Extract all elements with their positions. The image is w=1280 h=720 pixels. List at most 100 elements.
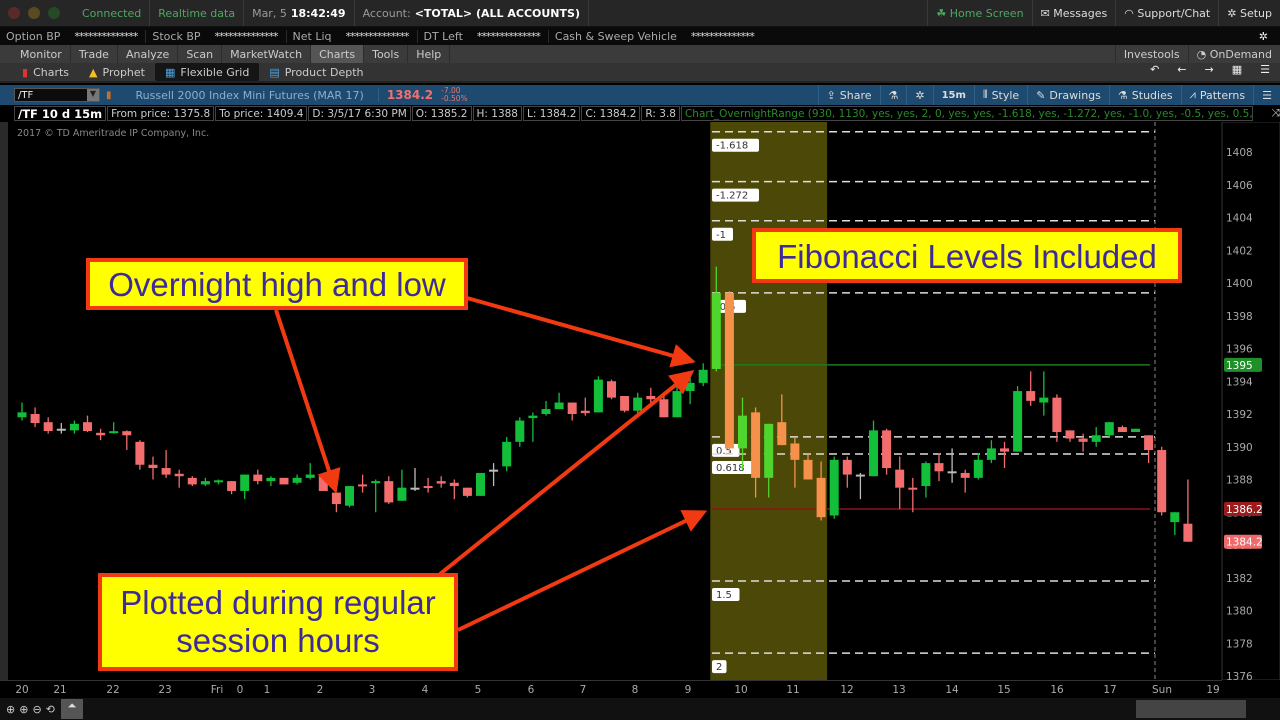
zoom-out-icon[interactable]: ⊖ bbox=[32, 703, 41, 716]
study-label[interactable]: Chart_OvernightRange (930, 1130, yes, ye… bbox=[680, 106, 1253, 121]
candle bbox=[1104, 422, 1114, 437]
link-group-icon[interactable]: ▮ bbox=[106, 90, 112, 101]
horizontal-scrollbar[interactable] bbox=[1136, 700, 1246, 718]
time-tick-label: 11 bbox=[786, 684, 800, 696]
time-tick-label: 22 bbox=[106, 684, 120, 696]
dt-left-value: ************** bbox=[469, 29, 549, 43]
subtab-charts[interactable]: ▮ Charts bbox=[12, 63, 79, 81]
share-button[interactable]: ⇪ Share bbox=[817, 85, 880, 105]
candle bbox=[934, 453, 944, 482]
support-chat-button[interactable]: ◠ Support/Chat bbox=[1116, 0, 1220, 26]
tab-charts[interactable]: Charts bbox=[311, 45, 365, 63]
setup-button[interactable]: ✲ Setup bbox=[1219, 0, 1280, 26]
price-tag: 1384.2 bbox=[1224, 534, 1263, 549]
maximize-window-button[interactable] bbox=[48, 7, 60, 19]
candle-body bbox=[554, 402, 564, 410]
home-screen-icon: ☘ bbox=[936, 6, 950, 20]
tab-trade[interactable]: Trade bbox=[71, 45, 118, 63]
price-axis bbox=[1221, 122, 1280, 680]
candle bbox=[1065, 430, 1075, 442]
subtab-product-depth[interactable]: ▤ Product Depth bbox=[259, 63, 373, 81]
home-screen-button[interactable]: ☘ Home Screen bbox=[927, 0, 1033, 26]
tab-monitor[interactable]: Monitor bbox=[12, 45, 71, 63]
crosshair-icon[interactable]: ⊕ bbox=[6, 703, 15, 716]
chart-menu-button[interactable]: ☰ bbox=[1253, 85, 1280, 105]
fib-level-label: 0.618 bbox=[712, 460, 753, 474]
candle-body bbox=[764, 423, 774, 478]
time-tick-label: 3 bbox=[368, 684, 376, 696]
time-tick-label: 1 bbox=[263, 684, 271, 696]
account-selector[interactable]: Account: <TOTAL> (ALL ACCOUNTS) bbox=[355, 0, 589, 26]
back-arrow-icon[interactable]: ← bbox=[1177, 63, 1186, 81]
candle-body bbox=[253, 474, 263, 482]
candle bbox=[698, 363, 708, 387]
close-window-button[interactable] bbox=[8, 7, 20, 19]
connection-status: Connected bbox=[74, 0, 151, 26]
candle-body bbox=[1013, 391, 1023, 452]
time-tick-label: Fri bbox=[210, 684, 224, 696]
zoom-in-icon[interactable]: ⊕ bbox=[19, 703, 28, 716]
candle bbox=[1052, 394, 1062, 442]
investools-button[interactable]: Investools bbox=[1114, 45, 1189, 63]
candle bbox=[43, 417, 53, 434]
flask-button[interactable]: ⚗ bbox=[879, 85, 907, 105]
forward-arrow-icon[interactable]: → bbox=[1205, 63, 1214, 81]
subtab-prophet[interactable]: ▲ Prophet bbox=[79, 63, 155, 81]
symbol-input[interactable]: /TF ▼ bbox=[14, 88, 100, 102]
messages-button[interactable]: ✉ Messages bbox=[1033, 0, 1117, 26]
tab-analyze[interactable]: Analyze bbox=[118, 45, 179, 63]
time-tick-label: 2 bbox=[316, 684, 324, 696]
candle bbox=[882, 428, 892, 475]
candle bbox=[214, 479, 223, 485]
candle-body bbox=[541, 409, 551, 414]
price-tick-label: 1388 bbox=[1226, 475, 1253, 487]
high-value: H: 1388 bbox=[472, 106, 522, 121]
candle-body bbox=[502, 441, 512, 467]
main-menu: Monitor Trade Analyze Scan MarketWatch C… bbox=[0, 45, 1280, 63]
chevron-down-icon[interactable]: ▼ bbox=[87, 89, 99, 101]
net-liq-label[interactable]: Net Liq bbox=[287, 30, 338, 43]
zoom-reset-icon[interactable]: ⟲ bbox=[46, 703, 55, 716]
price-tick-label: 1406 bbox=[1226, 180, 1253, 192]
candle-body bbox=[384, 481, 394, 503]
layout-grid-icon[interactable]: ▦ bbox=[1232, 63, 1242, 81]
ondemand-button[interactable]: ◔ OnDemand bbox=[1189, 45, 1280, 63]
minimize-window-button[interactable] bbox=[28, 7, 40, 19]
auto-scale-icon[interactable]: ⤨ bbox=[1272, 107, 1280, 120]
drawings-button[interactable]: ✎ Drawings bbox=[1027, 85, 1109, 105]
time-tick-label: 8 bbox=[631, 684, 639, 696]
time-axis: 20 21 22 23 Fri 0 1 2 3 4 5 6 7 8 9 10 11 12 13 14 15 16 17 Sun… bbox=[0, 680, 1222, 698]
candle bbox=[685, 377, 695, 405]
expand-panel-button[interactable]: ⏶ bbox=[60, 699, 83, 719]
tab-tools[interactable]: Tools bbox=[364, 45, 409, 63]
candle bbox=[869, 420, 878, 477]
candle bbox=[462, 487, 472, 498]
gear-icon: ✲ bbox=[915, 88, 925, 102]
tab-scan[interactable]: Scan bbox=[178, 45, 223, 63]
studies-button[interactable]: ⚗ Studies bbox=[1108, 85, 1181, 105]
candle-body bbox=[855, 474, 865, 477]
timeframe-button[interactable]: 15m bbox=[932, 85, 974, 105]
option-bp-label[interactable]: Option BP bbox=[0, 30, 66, 43]
realtime-data-menu[interactable]: Realtime data bbox=[150, 0, 245, 26]
candle bbox=[541, 400, 551, 416]
menu-list-icon[interactable]: ☰ bbox=[1260, 63, 1270, 81]
stock-bp-label: Stock BP bbox=[152, 29, 201, 43]
undo-icon[interactable]: ↶ bbox=[1150, 63, 1159, 81]
price-tick-label: 1392 bbox=[1226, 409, 1253, 421]
candle-body bbox=[633, 397, 643, 411]
candle bbox=[331, 492, 341, 513]
patterns-button[interactable]: ⩘ Patterns bbox=[1180, 85, 1254, 105]
candle bbox=[842, 456, 852, 488]
candle bbox=[292, 474, 302, 485]
to-price: To price: 1409.4 bbox=[215, 106, 308, 121]
candle bbox=[279, 477, 289, 485]
tab-marketwatch[interactable]: MarketWatch bbox=[222, 45, 312, 63]
account-settings-gear-icon[interactable]: ✲ bbox=[1259, 30, 1268, 43]
candle-body bbox=[895, 469, 905, 488]
chart-settings-button[interactable]: ✲ bbox=[906, 85, 932, 105]
style-button[interactable]: ⫴ Style bbox=[973, 85, 1027, 105]
tab-help[interactable]: Help bbox=[408, 45, 451, 63]
subtab-flexible-grid[interactable]: ▦ Flexible Grid bbox=[155, 63, 260, 81]
time-tick-label: Sun bbox=[1152, 684, 1172, 696]
